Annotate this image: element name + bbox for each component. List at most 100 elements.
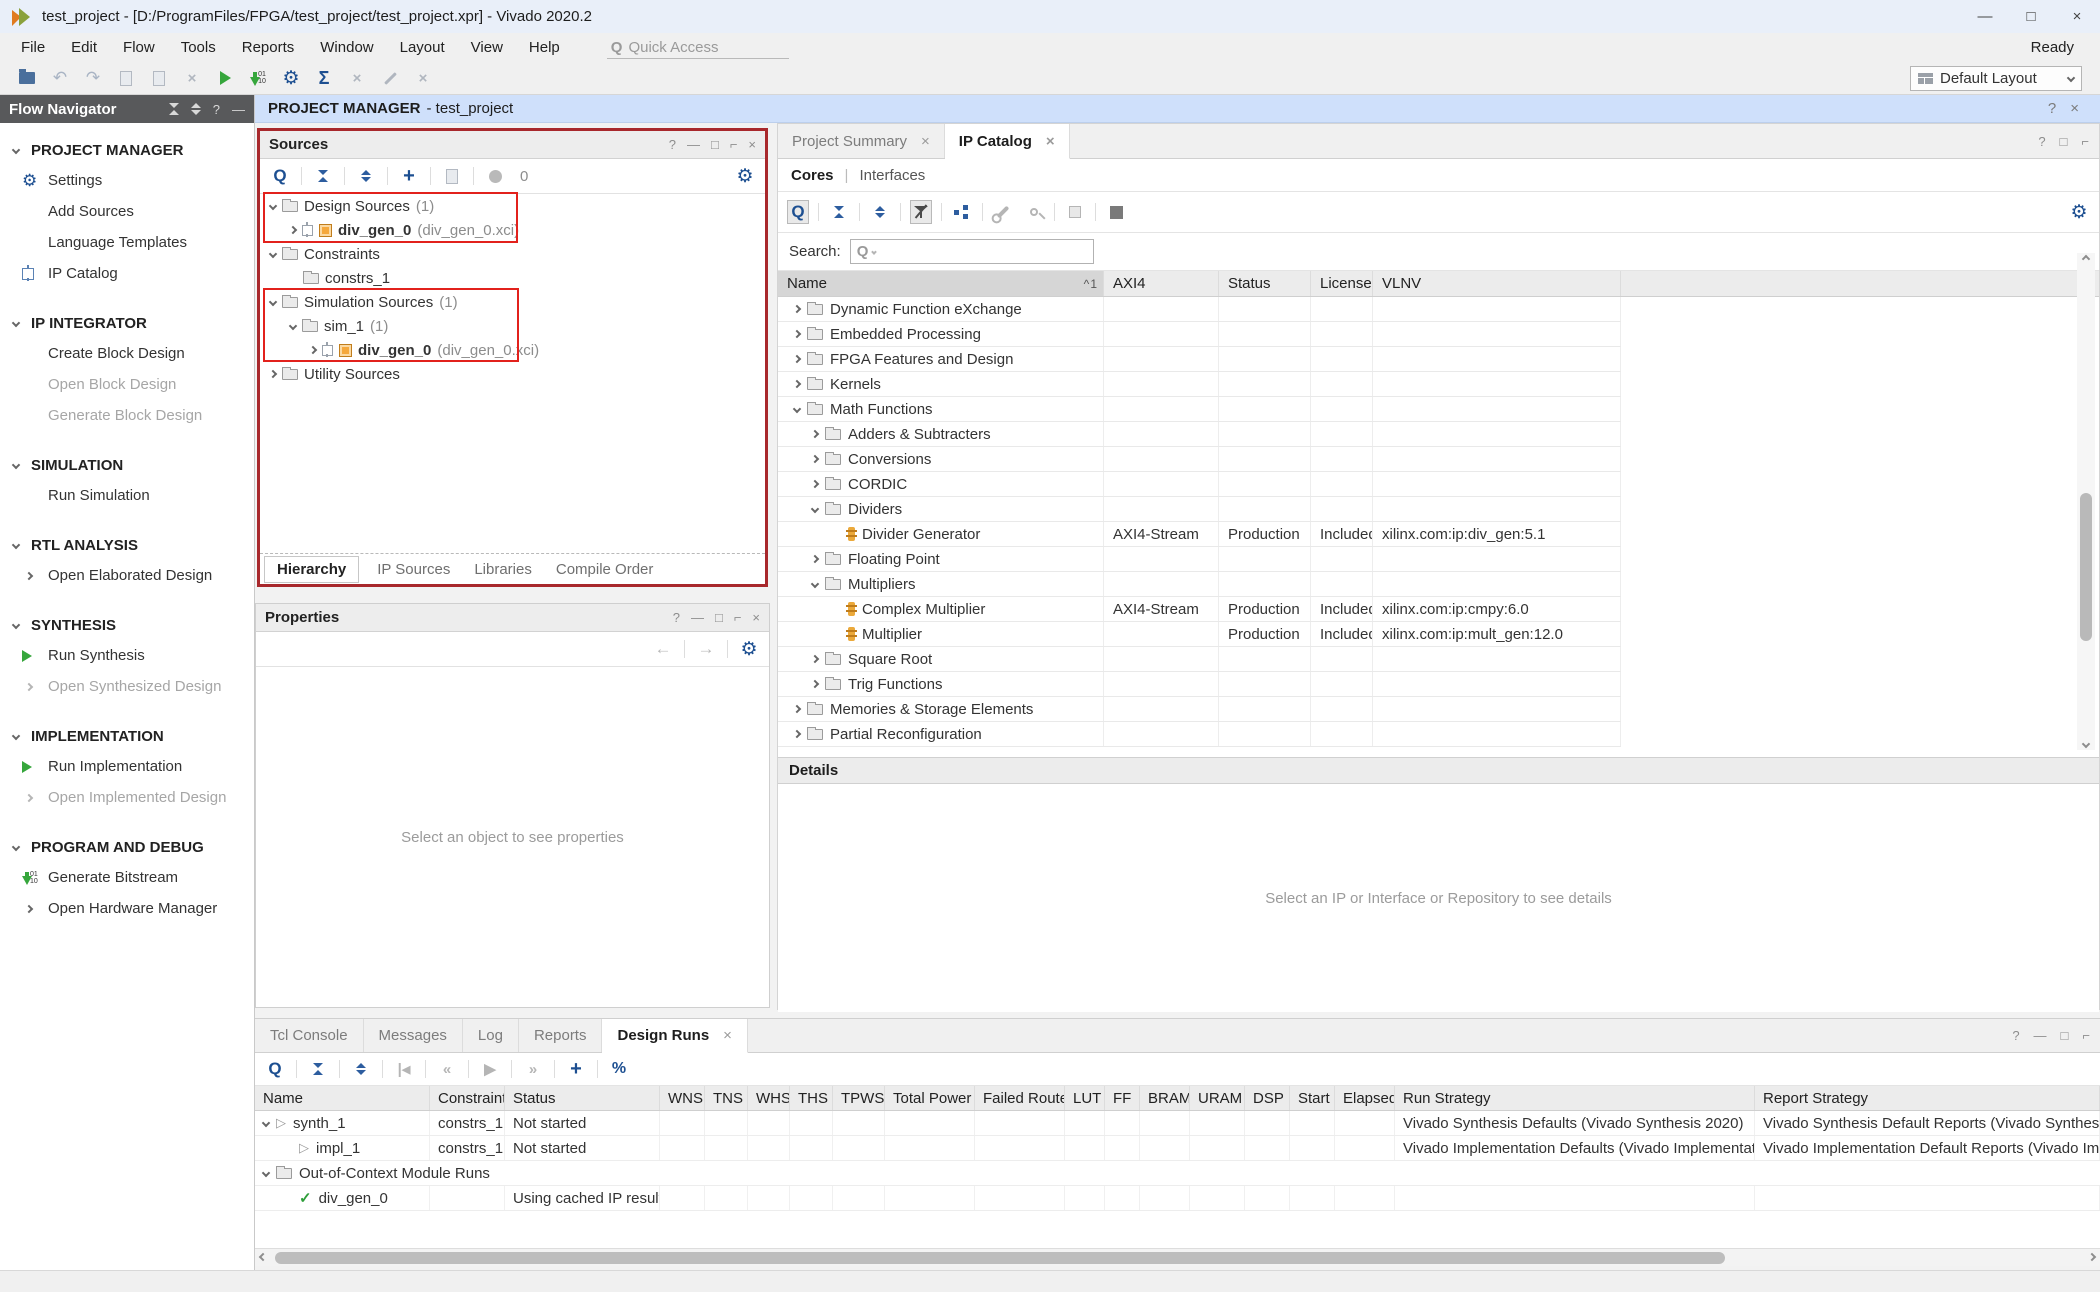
chevron-right-icon[interactable] xyxy=(811,480,819,488)
tree-item-sim-1[interactable]: sim_1 (1) xyxy=(260,314,765,338)
chevron-down-icon[interactable] xyxy=(262,1119,270,1127)
minimize-window-icon[interactable]: — xyxy=(1962,0,2008,33)
help-icon[interactable]: ? xyxy=(2012,1028,2019,1043)
column-header[interactable]: Start xyxy=(1290,1086,1335,1110)
close-icon[interactable]: × xyxy=(2070,100,2079,117)
tab-messages[interactable]: Messages xyxy=(364,1019,463,1052)
column-header-license[interactable]: License xyxy=(1311,271,1373,296)
nav-run-synthesis[interactable]: Run Synthesis xyxy=(0,640,254,671)
collapse-all-icon[interactable] xyxy=(169,103,179,115)
menu-edit[interactable]: Edit xyxy=(58,39,110,56)
table-row[interactable]: Partial Reconfiguration xyxy=(778,722,1621,747)
search-icon[interactable]: Q xyxy=(787,200,809,224)
table-row[interactable]: Square Root xyxy=(778,647,1621,672)
table-row[interactable]: FPGA Features and Design xyxy=(778,347,1621,372)
settings-gear-icon[interactable]: ⚙ xyxy=(276,65,306,91)
column-header[interactable]: WNS xyxy=(660,1086,705,1110)
column-header-status[interactable]: Status xyxy=(1219,271,1311,296)
section-header-ip-integrator[interactable]: IP INTEGRATOR xyxy=(0,308,254,338)
column-header-vlnv[interactable]: VLNV xyxy=(1373,271,1621,296)
chevron-down-icon[interactable] xyxy=(811,505,819,513)
column-header[interactable]: Elapsed xyxy=(1335,1086,1395,1110)
column-header[interactable]: Constraints xyxy=(430,1086,505,1110)
nav-generate-bitstream[interactable]: 0110Generate Bitstream xyxy=(0,862,254,893)
chevron-down-icon[interactable] xyxy=(289,322,297,330)
close-icon[interactable]: × xyxy=(752,610,760,625)
sources-panel-header[interactable]: Sources ? — □ ⌐ × xyxy=(260,131,765,159)
section-header-project-manager[interactable]: PROJECT MANAGER xyxy=(0,135,254,165)
float-icon[interactable]: ⌐ xyxy=(734,610,742,625)
tree-item-simulation-sources[interactable]: Simulation Sources (1) xyxy=(260,290,765,314)
chevron-right-icon[interactable] xyxy=(793,730,801,738)
minimize-icon[interactable]: — xyxy=(687,137,700,152)
column-header[interactable]: WHS xyxy=(748,1086,790,1110)
first-run-icon[interactable]: |◀ xyxy=(393,1057,415,1081)
menu-view[interactable]: View xyxy=(458,39,516,56)
column-header[interactable]: Report Strategy xyxy=(1755,1086,2100,1110)
help-icon[interactable]: ? xyxy=(213,102,220,117)
chevron-right-icon[interactable] xyxy=(793,330,801,338)
maximize-icon[interactable]: □ xyxy=(2061,1028,2069,1043)
table-row[interactable]: Memories & Storage Elements xyxy=(778,697,1621,722)
paste-icon[interactable] xyxy=(144,65,174,91)
properties-panel-header[interactable]: Properties ? — □ ⌐ × xyxy=(256,604,769,632)
table-row-complex-multiplier[interactable]: Complex Multiplier AXI4-Stream Productio… xyxy=(778,597,1621,622)
play-run-icon[interactable]: ▶ xyxy=(479,1057,501,1081)
undo-icon[interactable]: ↶ xyxy=(45,65,75,91)
table-row[interactable]: CORDIC xyxy=(778,472,1621,497)
column-header[interactable]: Failed Routes xyxy=(975,1086,1065,1110)
table-row[interactable]: Kernels xyxy=(778,372,1621,397)
stop-icon[interactable]: × xyxy=(408,65,438,91)
column-header[interactable]: Run Strategy xyxy=(1395,1086,1755,1110)
scrollbar-thumb[interactable] xyxy=(275,1252,1725,1264)
chevron-right-icon[interactable] xyxy=(811,655,819,663)
table-row-div-gen-0[interactable]: ✓div_gen_0 Using cached IP results xyxy=(255,1186,2100,1211)
chevron-right-icon[interactable] xyxy=(811,455,819,463)
column-header[interactable]: URAM xyxy=(1190,1086,1245,1110)
gear-icon[interactable]: ⚙ xyxy=(738,637,760,661)
expand-all-icon[interactable] xyxy=(191,103,201,115)
minimize-icon[interactable]: — xyxy=(232,102,245,117)
tree-item-div-gen-0[interactable]: div_gen_0 (div_gen_0.xci) xyxy=(260,218,765,242)
maximize-window-icon[interactable]: □ xyxy=(2008,0,2054,33)
section-header-rtl-analysis[interactable]: RTL ANALYSIS xyxy=(0,530,254,560)
column-header[interactable]: LUT xyxy=(1065,1086,1105,1110)
nav-language-templates[interactable]: Language Templates xyxy=(0,227,254,258)
chevron-down-icon[interactable] xyxy=(269,202,277,210)
minimize-icon[interactable]: — xyxy=(2034,1028,2047,1043)
chevron-right-icon[interactable] xyxy=(309,346,317,354)
back-arrow-icon[interactable]: ← xyxy=(652,637,674,661)
group-by-hierarchy-icon[interactable] xyxy=(951,200,973,224)
column-header-axi4[interactable]: AXI4 xyxy=(1104,271,1219,296)
tab-ip-sources[interactable]: IP Sources xyxy=(365,557,462,582)
column-header[interactable]: DSP xyxy=(1245,1086,1290,1110)
tree-item-div-gen-0-sim[interactable]: div_gen_0 (div_gen_0.xci) xyxy=(260,338,765,362)
step-back-icon[interactable]: « xyxy=(436,1057,458,1081)
table-row-ooc-module-runs[interactable]: Out-of-Context Module Runs xyxy=(255,1161,2100,1186)
create-run-icon[interactable]: + xyxy=(565,1057,587,1081)
layout-selector[interactable]: Default Layout xyxy=(1910,66,2082,91)
help-icon[interactable]: ? xyxy=(669,137,676,152)
delete-icon[interactable]: × xyxy=(177,65,207,91)
expand-all-icon[interactable] xyxy=(355,164,377,188)
forward-arrow-icon[interactable]: → xyxy=(695,637,717,661)
scrollbar-thumb[interactable] xyxy=(2080,493,2092,641)
license-key-icon[interactable] xyxy=(1023,200,1045,224)
report-icon[interactable] xyxy=(441,164,463,188)
minimize-icon[interactable]: — xyxy=(691,610,704,625)
expand-all-icon[interactable] xyxy=(350,1057,372,1081)
search-icon[interactable]: Q xyxy=(269,164,291,188)
column-header[interactable]: Status xyxy=(505,1086,660,1110)
table-row[interactable]: Dividers xyxy=(778,497,1621,522)
menu-reports[interactable]: Reports xyxy=(229,39,308,56)
chevron-down-icon[interactable] xyxy=(793,405,801,413)
nav-create-block-design[interactable]: Create Block Design xyxy=(0,338,254,369)
tree-item-utility-sources[interactable]: Utility Sources xyxy=(260,362,765,386)
customize-wrench-icon[interactable] xyxy=(992,200,1014,224)
column-header[interactable]: FF xyxy=(1105,1086,1140,1110)
tab-design-runs[interactable]: Design Runs × xyxy=(602,1019,747,1053)
close-icon[interactable]: × xyxy=(921,133,930,150)
close-icon[interactable]: × xyxy=(723,1027,732,1044)
tree-item-constraints[interactable]: Constraints xyxy=(260,242,765,266)
chevron-right-icon[interactable] xyxy=(793,305,801,313)
